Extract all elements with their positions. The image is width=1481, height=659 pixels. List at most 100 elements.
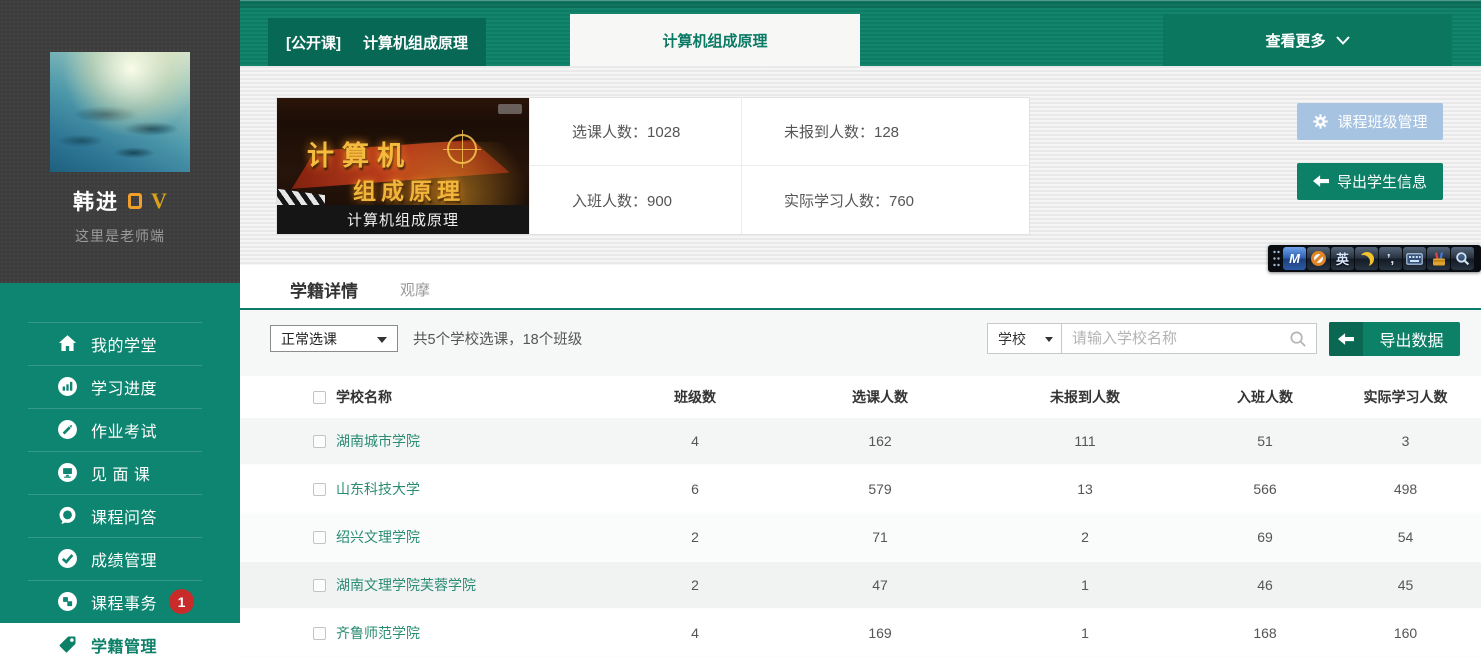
progress-chart-icon — [57, 376, 78, 397]
tag-icon — [57, 634, 78, 655]
table-row: 山东科技大学 6 579 13 566 498 — [240, 466, 1481, 514]
cell-not-reported: 2 — [970, 529, 1200, 545]
table-row: 湖南城市学院 4 162 111 51 3 — [240, 418, 1481, 466]
search-type-select[interactable]: 学校 — [987, 323, 1062, 354]
tab-observe[interactable]: 观摩 — [400, 279, 430, 300]
course-header-bar: [公开课] 计算机组成原理 计算机组成原理 查看更多 — [240, 0, 1481, 66]
class-management-label: 课程班级管理 — [1337, 111, 1427, 132]
search-icon[interactable] — [1289, 330, 1308, 349]
disabled-mode-icon[interactable] — [1307, 247, 1330, 270]
ime-toolbox-icon[interactable] — [1427, 247, 1450, 270]
row-checkbox[interactable] — [313, 435, 326, 448]
col-enrolled: 选课人数 — [790, 387, 970, 407]
export-data-button[interactable]: 导出数据 — [1329, 322, 1460, 356]
sidebar-item-label: 见 面 课 — [91, 461, 150, 485]
full-half-width-moon-icon[interactable] — [1355, 247, 1378, 270]
cell-class-count: 2 — [600, 577, 790, 593]
school-link[interactable]: 绍兴文理学院 — [336, 527, 420, 547]
sidebar-menu: 我的学堂 学习进度 作业考试 见 面 课 — [0, 283, 240, 659]
drag-handle-icon[interactable] — [1270, 247, 1282, 270]
export-students-button[interactable]: 导出学生信息 — [1297, 163, 1443, 200]
cell-enrolled: 579 — [790, 481, 970, 497]
thumbnail-stripes — [277, 187, 325, 205]
export-students-label: 导出学生信息 — [1337, 171, 1427, 192]
cell-actual-learning: 498 — [1330, 481, 1481, 497]
sidebar-item-label: 学习进度 — [91, 375, 157, 399]
tab-public-course[interactable]: [公开课] 计算机组成原理 — [268, 18, 486, 66]
sidebar-item-my-school[interactable]: 我的学堂 — [0, 322, 240, 365]
sidebar-item-label: 成绩管理 — [91, 547, 157, 571]
sidebar-item-learning-progress[interactable]: 学习进度 — [0, 365, 240, 408]
school-link[interactable]: 山东科技大学 — [336, 479, 420, 499]
sidebar-item-label: 我的学堂 — [91, 332, 157, 356]
chinese-english-toggle-icon[interactable]: 英 — [1331, 247, 1354, 270]
cell-enrolled: 47 — [790, 577, 970, 593]
row-checkbox[interactable] — [313, 483, 326, 496]
cell-class-count: 4 — [600, 433, 790, 449]
row-checkbox[interactable] — [313, 579, 326, 592]
col-in-class: 入班人数 — [1200, 387, 1330, 407]
ime-search-icon[interactable] — [1451, 247, 1474, 270]
thumbnail-title-line2: 组成原理 — [353, 172, 465, 206]
table-body: 湖南城市学院 4 162 111 51 3 山东科技大学 6 579 13 56… — [240, 418, 1481, 658]
col-school-name: 学校名称 — [336, 387, 392, 407]
cell-class-count: 4 — [600, 625, 790, 641]
sidebar-item-course-qa[interactable]: 课程问答 — [0, 494, 240, 537]
enroll-status-value: 正常选课 — [281, 329, 337, 349]
enroll-status-select[interactable]: 正常选课 — [270, 325, 398, 352]
cell-in-class: 566 — [1200, 481, 1330, 497]
export-arrow-icon — [1313, 175, 1329, 188]
school-link[interactable]: 湖南城市学院 — [336, 431, 420, 451]
soft-keyboard-icon[interactable] — [1403, 247, 1426, 270]
tab-current-course[interactable]: 计算机组成原理 — [570, 14, 860, 66]
ime-logo-m-icon[interactable]: M — [1283, 247, 1306, 270]
table-row: 齐鲁师范学院 4 169 1 168 160 — [240, 610, 1481, 658]
search-box — [1062, 323, 1317, 354]
monitor-circle-icon — [57, 462, 78, 483]
punctuation-toggle-icon[interactable]: ’, — [1379, 247, 1402, 270]
stat-actual-learning: 实际学习人数：760 — [741, 166, 1029, 234]
tab-roster-detail[interactable]: 学籍详情 — [290, 277, 358, 302]
cell-enrolled: 169 — [790, 625, 970, 641]
crosshair-icon — [447, 134, 477, 164]
export-data-label: 导出数据 — [1363, 322, 1460, 356]
table-row: 湖南文理学院芙蓉学院 2 47 1 46 45 — [240, 562, 1481, 610]
cell-not-reported: 111 — [970, 433, 1200, 449]
check-circle-icon — [57, 548, 78, 569]
cell-not-reported: 1 — [970, 577, 1200, 593]
select-all-checkbox[interactable] — [313, 391, 326, 404]
sidebar-item-grade-management[interactable]: 成绩管理 — [0, 537, 240, 580]
course-thumbnail[interactable]: 计算机 组成原理 计算机组成原理 — [277, 98, 529, 234]
view-more-label: 查看更多 — [1265, 30, 1325, 51]
user-name: 韩进 — [73, 186, 119, 216]
thumbnail-watermark — [498, 104, 522, 114]
teacher-cert-icon — [128, 193, 142, 209]
cell-actual-learning: 3 — [1330, 433, 1481, 449]
stat-in-class: 入班人数：900 — [529, 166, 741, 234]
avatar[interactable] — [50, 52, 190, 172]
view-more-button[interactable]: 查看更多 — [1163, 14, 1452, 66]
sidebar-item-student-roster[interactable]: 学籍管理 — [0, 623, 240, 659]
home-icon — [57, 333, 78, 354]
vip-v-badge: V — [151, 188, 167, 214]
roster-panel: 学籍详情 观摩 正常选课 共5个学校选课，18个班级 学校 — [240, 265, 1481, 659]
row-checkbox[interactable] — [313, 627, 326, 640]
school-search-input[interactable] — [1062, 324, 1316, 353]
sidebar-item-course-affairs[interactable]: 课程事务 1 — [0, 580, 240, 623]
school-link[interactable]: 湖南文理学院芙蓉学院 — [336, 575, 476, 595]
stat-enrolled: 选课人数：1028 — [529, 98, 741, 166]
export-arrow-icon — [1329, 322, 1363, 356]
row-checkbox[interactable] — [313, 531, 326, 544]
sidebar-item-label: 课程事务 — [91, 590, 157, 614]
class-management-button[interactable]: 课程班级管理 — [1297, 103, 1443, 140]
sidebar-item-homework-exam[interactable]: 作业考试 — [0, 408, 240, 451]
gear-icon — [1312, 113, 1329, 130]
cell-actual-learning: 54 — [1330, 529, 1481, 545]
thumbnail-caption: 计算机组成原理 — [277, 205, 529, 234]
school-link[interactable]: 齐鲁师范学院 — [336, 623, 420, 643]
pencil-circle-icon — [57, 419, 78, 440]
teacher-dashboard: 韩进 V 这里是老师端 我的学堂 学习进度 — [0, 0, 1481, 659]
sidebar-item-meeting-class[interactable]: 见 面 课 — [0, 451, 240, 494]
cell-enrolled: 71 — [790, 529, 970, 545]
sidebar-profile: 韩进 V 这里是老师端 — [0, 0, 240, 283]
